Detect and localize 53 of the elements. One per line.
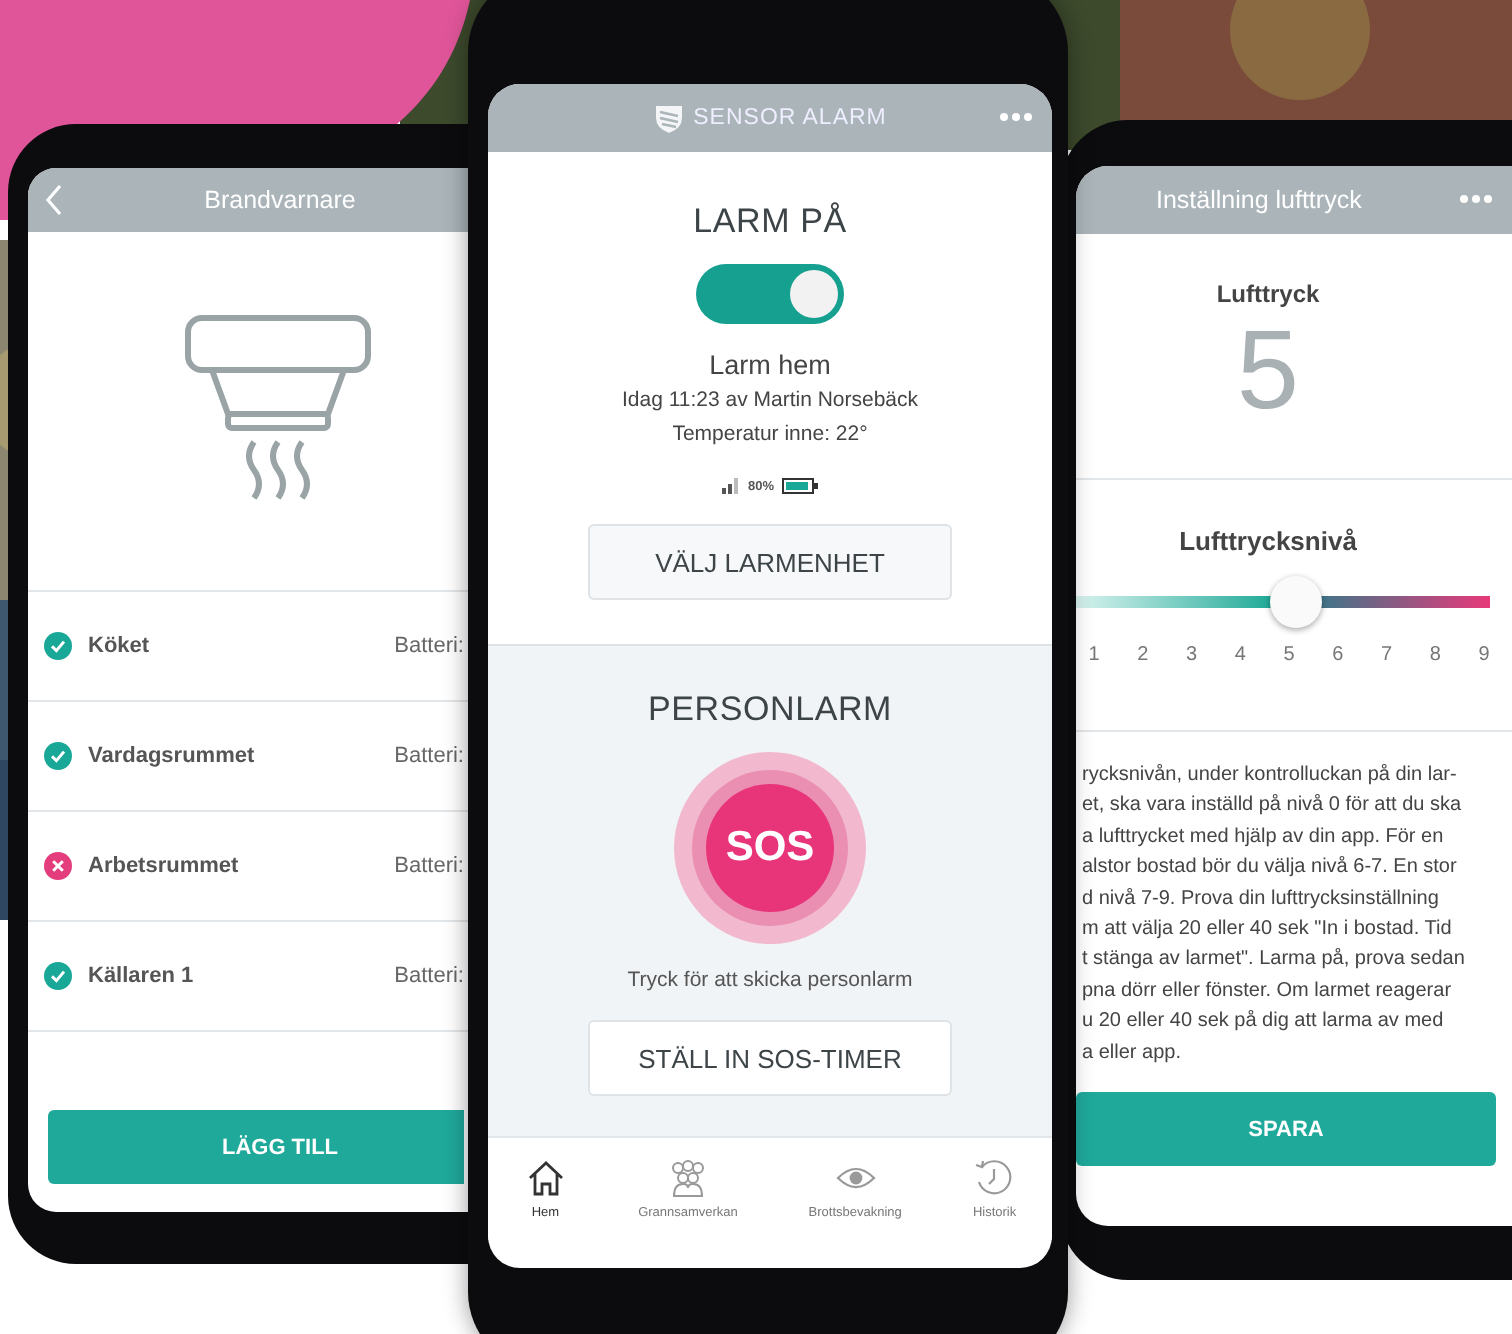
description-line: t stänga av larmet". Larma på, prova sedan <box>1082 946 1467 975</box>
add-button[interactable]: LÄGG TILL <box>48 1110 464 1184</box>
description-line: m att välja 20 eller 40 sek "In i bostad. Tid <box>1082 916 1454 945</box>
brand-name: SENSOR ALARM <box>693 106 887 130</box>
panel-title: PERSONLARM <box>647 688 893 732</box>
more-icon[interactable] <box>1460 194 1492 204</box>
battery-label: Batteri: <box>394 964 464 988</box>
description-line: a eller app. <box>1082 1039 1183 1068</box>
pressure-label: Lufttryck <box>1216 278 1320 310</box>
description-line: rycksnivån, under kontrolluckan på din lar- <box>1082 762 1459 790</box>
select-unit-button[interactable]: VÄLJ LARMENHET <box>588 524 952 600</box>
pressure-value: 5 <box>1236 310 1300 430</box>
scale-label: 1 <box>1086 642 1102 670</box>
screen-title: Brandvarnare <box>204 186 356 214</box>
screen-title: Inställning lufttryck <box>1156 186 1362 214</box>
save-button[interactable]: SPARA <box>1076 1092 1496 1167</box>
scale-label: 9 <box>1476 642 1492 670</box>
scale-label: 5 <box>1281 642 1297 670</box>
scale-label: 2 <box>1135 642 1151 670</box>
battery-label: Batteri: <box>394 634 464 658</box>
alarm-toggle[interactable] <box>696 264 844 324</box>
description-line: u 20 eller 40 sek på dig att larma av med <box>1082 1008 1446 1037</box>
detector-name: Köket <box>88 634 152 658</box>
scale-label: 4 <box>1232 642 1248 670</box>
scale-label: 7 <box>1378 642 1395 670</box>
last-change-text: Idag 11:23 av Martin Norsebäck <box>621 386 919 416</box>
alarm-status-title: LARM PÅ <box>693 200 847 244</box>
shield-logo-icon <box>653 103 684 133</box>
detector-name: Arbetsrummet <box>88 854 241 878</box>
temperature-text: Temperatur inne: 22° <box>672 420 868 450</box>
clock-icon <box>972 1158 1017 1198</box>
slider-thumb[interactable] <box>1269 576 1322 628</box>
sos-hint: Tryck för att skicka personlarm <box>627 966 913 996</box>
scale-label: 6 <box>1330 642 1346 670</box>
scale-label: 3 <box>1183 642 1200 670</box>
description-line: pna dörr eller fönster. Om larmet reagerar <box>1082 977 1454 1006</box>
more-icon[interactable] <box>1000 112 1032 122</box>
battery-icon <box>782 478 818 494</box>
signal-icon <box>721 478 740 494</box>
description-line: d nivå 7-9. Prova din lufttrycksinställning <box>1082 885 1441 914</box>
sos-button[interactable]: SOS <box>674 752 866 944</box>
battery-label: Batteri: <box>394 744 464 768</box>
scale-label: 8 <box>1427 642 1443 670</box>
description-line: et, ska vara inställd på nivå 0 för att du ska <box>1082 792 1464 821</box>
sos-timer-button[interactable]: STÄLL IN SOS-TIMER <box>588 1020 952 1096</box>
alarm-mode: Larm hem <box>709 348 831 384</box>
battery-label: Batteri: <box>394 854 464 878</box>
level-label: Lufttrycksnivå <box>1179 524 1357 560</box>
detector-name: Källaren 1 <box>88 964 196 988</box>
description-line: a lufttrycket med hjälp av din app. För en <box>1082 823 1446 852</box>
detector-name: Vardagsrummet <box>88 744 257 768</box>
back-icon[interactable] <box>44 184 64 216</box>
description-line: alstor bostad bör du välja nivå 6-7. En stor <box>1082 854 1459 883</box>
